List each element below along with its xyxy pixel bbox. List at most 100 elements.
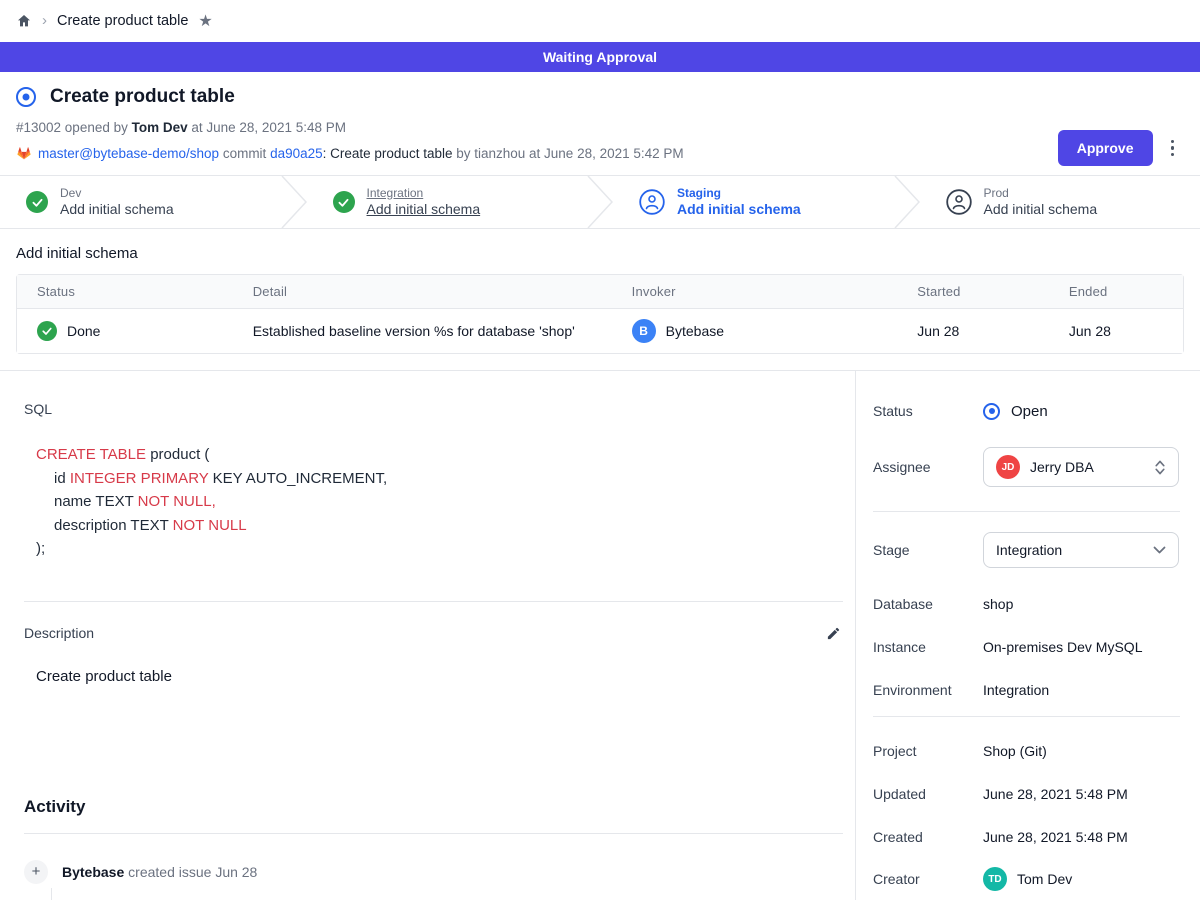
- creator-value: Tom Dev: [1017, 871, 1072, 887]
- project-value: Shop (Git): [983, 743, 1047, 759]
- assignee-avatar: JD: [996, 455, 1020, 479]
- stage-prod[interactable]: Prod Add initial schema: [920, 176, 1200, 228]
- database-value: shop: [983, 596, 1013, 612]
- home-icon[interactable]: [16, 13, 32, 29]
- bytebase-avatar: B: [632, 319, 656, 343]
- sql-token: NOT NULL,: [138, 493, 216, 510]
- description-text: Create product table: [36, 668, 843, 685]
- commit-word: commit: [219, 146, 270, 161]
- activity-section-title: Activity: [24, 797, 843, 817]
- edit-description-pencil-icon[interactable]: [824, 624, 843, 643]
- stage-separator-chevron: [281, 176, 307, 228]
- task-section: Add initial schema Status Detail Invoker…: [0, 229, 1200, 371]
- sql-token: INTEGER PRIMARY: [70, 470, 209, 487]
- task-invoker-name: Bytebase: [666, 323, 724, 339]
- creator-label: Creator: [873, 871, 983, 887]
- commit-colon: :: [323, 146, 331, 161]
- commit-line: master@bytebase-demo/shop commit da90a25…: [16, 145, 1176, 161]
- chevron-down-icon: [1153, 546, 1166, 554]
- stage-value: Integration: [996, 542, 1143, 558]
- issue-id-text: #13002 opened by: [16, 120, 132, 135]
- task-row[interactable]: Done Established baseline version %s for…: [17, 308, 1183, 353]
- approval-banner-text: Waiting Approval: [543, 49, 657, 65]
- sql-token: description TEXT: [54, 517, 173, 534]
- column-ended: Ended: [1049, 275, 1183, 308]
- task-section-title: Add initial schema: [16, 245, 1184, 262]
- stage-pending-person-icon: [639, 189, 665, 215]
- main-panel: SQL CREATE TABLE product ( id INTEGER PR…: [0, 371, 855, 900]
- more-actions-kebab-icon[interactable]: [1167, 136, 1179, 161]
- sidebar-divider: [873, 716, 1180, 717]
- sql-token: product (: [146, 446, 209, 463]
- updated-row: Updated June 28, 2021 5:48 PM: [873, 784, 1180, 804]
- stage-task-label: Add initial schema: [984, 201, 1098, 219]
- updated-value: June 28, 2021 5:48 PM: [983, 786, 1128, 802]
- assignee-row: Assignee JD Jerry DBA: [873, 447, 1180, 487]
- assignee-label: Assignee: [873, 459, 983, 475]
- stage-done-check-icon: [333, 191, 355, 213]
- stage-env-label: Prod: [984, 186, 1098, 201]
- instance-row: Instance On-premises Dev MySQL: [873, 637, 1180, 657]
- pipeline: Dev Add initial schema Integration Add i…: [0, 176, 1200, 229]
- status-value: Open: [1011, 403, 1048, 420]
- stage-env-label: Integration: [367, 186, 481, 201]
- sql-token: id: [54, 470, 70, 487]
- activity-actor: Bytebase: [62, 864, 124, 880]
- activity-item: + Bytebase created issue Jun 28: [24, 860, 843, 884]
- task-table-header: Status Detail Invoker Started Ended: [17, 275, 1183, 308]
- sql-token: CREATE TABLE: [36, 446, 146, 463]
- updown-chevron-icon: [1154, 460, 1166, 475]
- stage-integration[interactable]: Integration Add initial schema: [307, 176, 588, 228]
- instance-label: Instance: [873, 639, 983, 655]
- sql-token: NOT NULL: [173, 517, 247, 534]
- assignee-select[interactable]: JD Jerry DBA: [983, 447, 1179, 487]
- assignee-value: Jerry DBA: [1030, 459, 1144, 475]
- status-open-icon: [983, 403, 1000, 420]
- task-detail-text: Established baseline version %s for data…: [233, 308, 612, 353]
- commit-branch-link[interactable]: master@bytebase-demo/shop: [38, 146, 219, 161]
- sql-token: KEY AUTO_INCREMENT,: [208, 470, 387, 487]
- breadcrumb-page-title: Create product table: [57, 13, 188, 29]
- issue-open-status-icon: [16, 87, 36, 107]
- updated-label: Updated: [873, 786, 983, 802]
- issue-header: Create product table #13002 opened by To…: [0, 72, 1200, 176]
- task-done-check-icon: [37, 321, 57, 341]
- task-status-text: Done: [67, 323, 100, 339]
- column-started: Started: [897, 275, 1049, 308]
- stage-staging-current[interactable]: Staging Add initial schema: [613, 176, 894, 228]
- approve-button[interactable]: Approve: [1058, 130, 1153, 166]
- stage-done-check-icon: [26, 191, 48, 213]
- task-table: Status Detail Invoker Started Ended Done…: [16, 274, 1184, 354]
- issue-opened-time: at June 28, 2021 5:48 PM: [188, 120, 346, 135]
- project-row: Project Shop (Git): [873, 741, 1180, 761]
- gitlab-icon: [16, 145, 32, 161]
- stage-separator-chevron: [587, 176, 613, 228]
- activity-action-text: created issue Jun 28: [124, 864, 257, 880]
- breadcrumb: › Create product table ★: [0, 0, 1200, 42]
- stage-dev[interactable]: Dev Add initial schema: [0, 176, 281, 228]
- column-detail: Detail: [233, 275, 612, 308]
- sql-token: name TEXT: [54, 493, 138, 510]
- approval-banner: Waiting Approval: [0, 42, 1200, 72]
- environment-row: Environment Integration: [873, 680, 1180, 700]
- plus-icon: +: [24, 860, 48, 884]
- stage-label: Stage: [873, 542, 983, 558]
- status-row: Status Open: [873, 401, 1180, 421]
- status-label: Status: [873, 403, 983, 419]
- favorite-star-icon[interactable]: ★: [198, 11, 212, 31]
- environment-label: Environment: [873, 682, 983, 698]
- column-invoker: Invoker: [612, 275, 898, 308]
- instance-value: On-premises Dev MySQL: [983, 639, 1142, 655]
- sql-section-label: SQL: [24, 401, 843, 417]
- chevron-right-icon: ›: [42, 12, 47, 29]
- creator-avatar: TD: [983, 867, 1007, 891]
- description-label: Description: [24, 625, 94, 641]
- commit-hash-link[interactable]: da90a25: [270, 146, 323, 161]
- stage-task-label: Add initial schema: [677, 201, 801, 219]
- stage-task-label: Add initial schema: [60, 201, 174, 219]
- stage-select[interactable]: Integration: [983, 532, 1179, 568]
- sql-code-block: CREATE TABLE product ( id INTEGER PRIMAR…: [36, 443, 843, 561]
- stage-task-label: Add initial schema: [367, 201, 481, 219]
- section-divider: [24, 601, 843, 602]
- issue-author: Tom Dev: [132, 120, 188, 135]
